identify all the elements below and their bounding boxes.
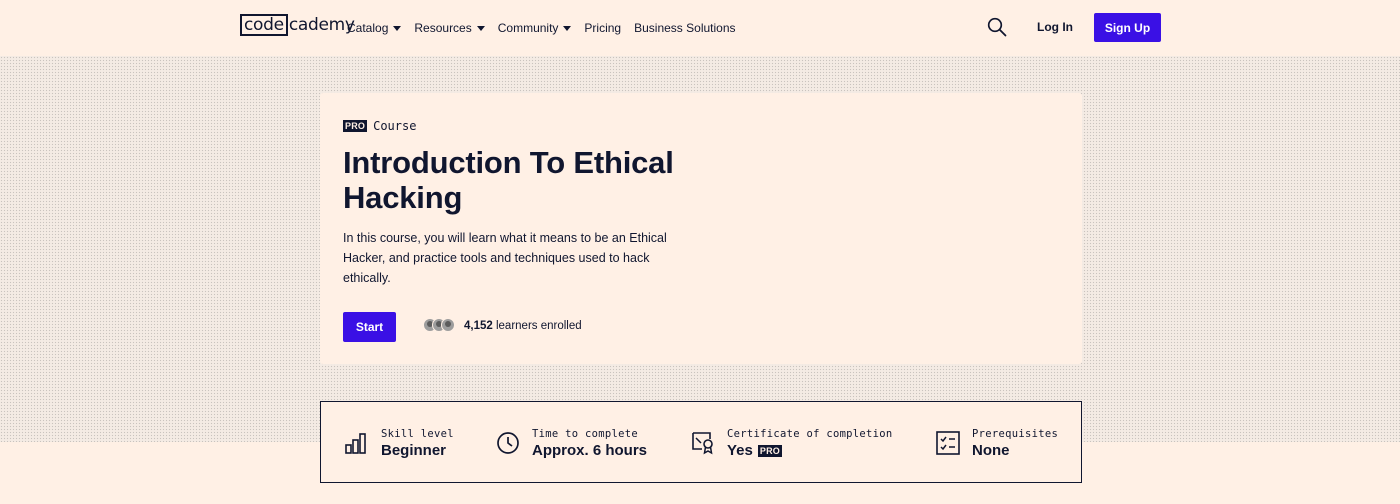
search-icon[interactable]	[987, 17, 1007, 37]
stat-skill-level: Skill level Beginner	[344, 428, 454, 459]
skill-level-value: Beginner	[381, 442, 447, 459]
signup-button[interactable]: Sign Up	[1094, 13, 1161, 42]
course-title: Introduction To Ethical Hacking	[343, 145, 674, 215]
pro-badge: PRO	[343, 120, 368, 132]
learners-count: 4,152	[464, 320, 493, 332]
start-button[interactable]: Start	[343, 312, 396, 342]
clock-icon	[497, 432, 519, 454]
course-description: In this course, you will learn what it m…	[343, 231, 667, 285]
certificate-value: Yes	[727, 442, 753, 459]
course-type-row: PRO Course	[343, 119, 416, 133]
certificate-value-row: Yes PRO	[727, 442, 893, 459]
nav-pricing[interactable]: Pricing	[584, 21, 621, 35]
learners-suffix: learners enrolled	[492, 320, 582, 332]
pro-badge: PRO	[757, 444, 782, 457]
codecademy-logo[interactable]: code cademy	[240, 14, 355, 40]
login-link[interactable]: Log In	[1037, 20, 1073, 34]
nav-catalog[interactable]: Catalog	[347, 21, 402, 35]
bar-chart-icon	[345, 433, 366, 454]
course-hero-card: PRO Course Introduction To Ethical Hacki…	[320, 93, 1082, 364]
time-value: Approx. 6 hours	[532, 442, 648, 459]
top-nav: code cademy Catalog Resources Community P…	[0, 0, 1400, 56]
stat-prerequisites: Prerequisites None	[935, 428, 1058, 459]
avatar	[441, 318, 455, 332]
certificate-icon	[692, 432, 713, 455]
logo-code: code	[240, 14, 288, 36]
course-stats-bar: Skill level Beginner Time to complete Ap…	[320, 401, 1082, 483]
nav-community[interactable]: Community	[498, 21, 572, 35]
nav-resources-label: Resources	[414, 21, 472, 35]
main-nav: Catalog Resources Community Pricing Busi…	[347, 0, 749, 56]
chevron-down-icon	[393, 25, 402, 31]
nav-community-label: Community	[497, 21, 559, 35]
nav-resources[interactable]: Resources	[414, 21, 485, 35]
checklist-icon	[936, 431, 960, 455]
learner-avatars	[423, 318, 455, 332]
chevron-down-icon	[476, 25, 485, 31]
skill-level-label: Skill level	[381, 428, 454, 440]
nav-business-solutions[interactable]: Business Solutions	[634, 21, 735, 35]
logo-cademy: cademy	[288, 15, 355, 35]
course-type-label: Course	[373, 119, 417, 133]
stat-certificate: Certificate of completion Yes PRO	[690, 428, 893, 459]
prerequisites-label: Prerequisites	[972, 428, 1059, 440]
learners-enrolled: 4,152 learners enrolled	[464, 320, 582, 332]
time-label: Time to complete	[532, 428, 638, 440]
stat-time-to-complete: Time to complete Approx. 6 hours	[495, 428, 647, 459]
prerequisites-value: None	[972, 442, 1010, 459]
chevron-down-icon	[563, 25, 572, 31]
nav-catalog-label: Catalog	[347, 21, 389, 35]
nav-pricing-label: Pricing	[584, 21, 622, 35]
nav-business-label: Business Solutions	[634, 21, 736, 35]
certificate-label: Certificate of completion	[727, 428, 893, 440]
